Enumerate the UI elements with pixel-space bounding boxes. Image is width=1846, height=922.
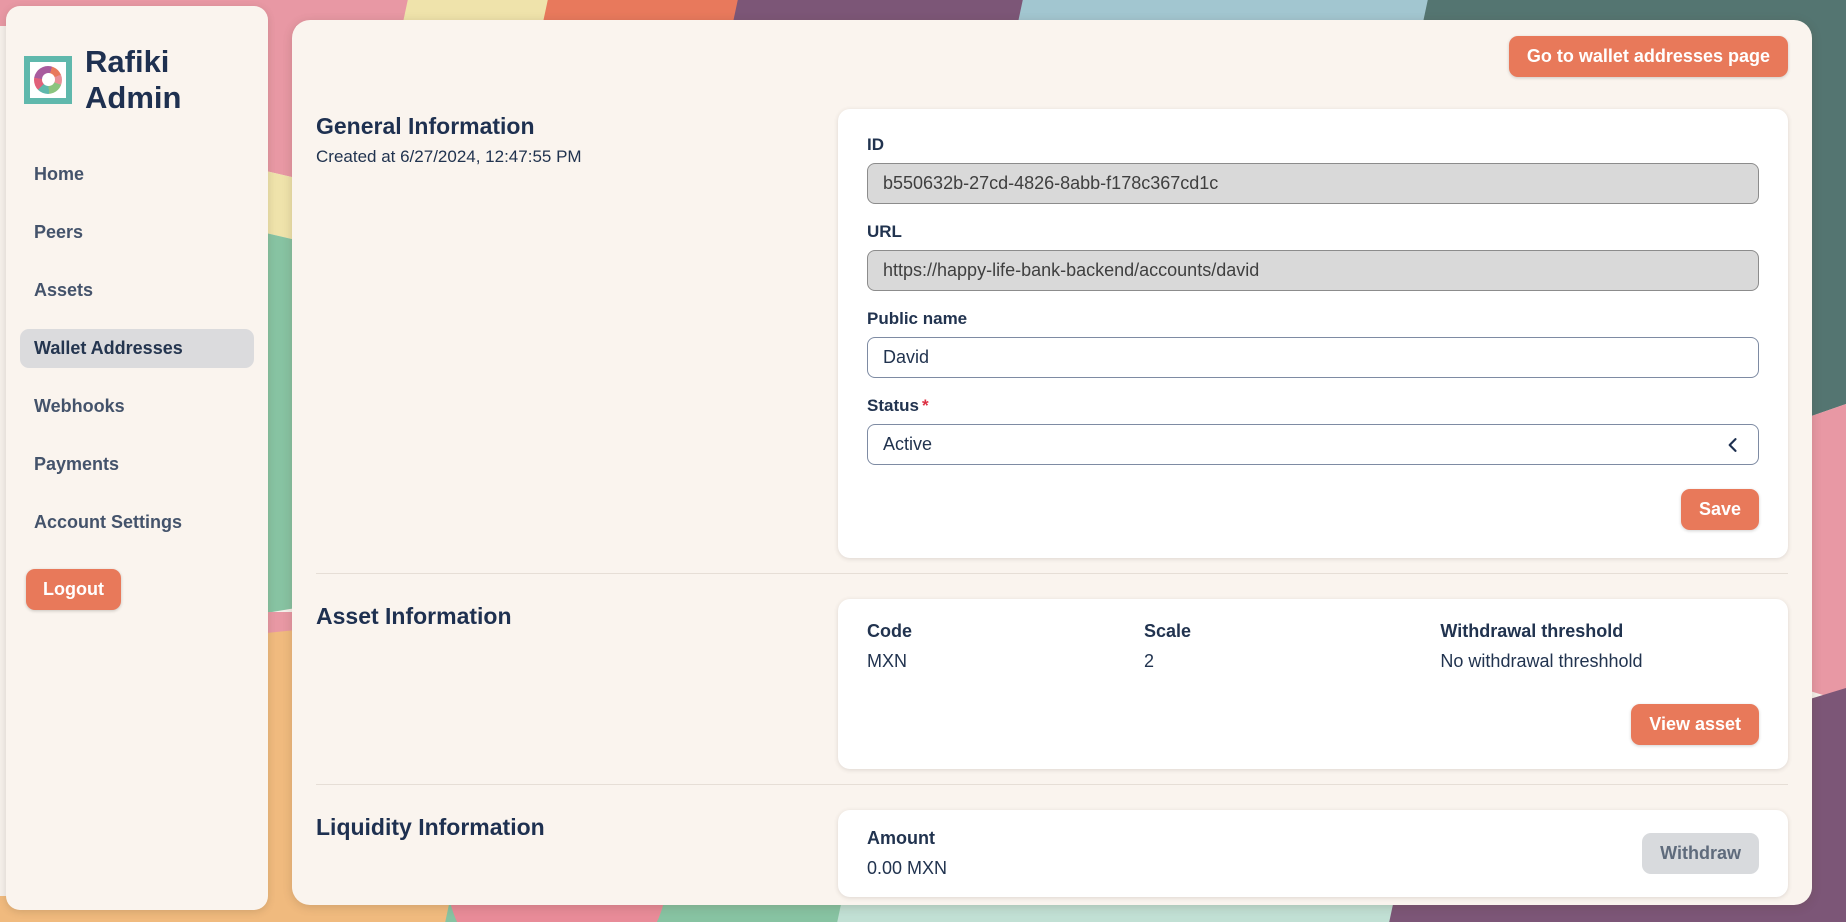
- sidebar: Rafiki Admin Home Peers Assets Wallet Ad…: [6, 6, 268, 910]
- asset-code-label: Code: [867, 621, 1144, 642]
- public-name-label: Public name: [867, 309, 1759, 329]
- asset-scale-value: 2: [1144, 651, 1440, 672]
- form-actions: Save: [867, 489, 1759, 530]
- sidebar-item-peers[interactable]: Peers: [20, 213, 254, 252]
- status-selected-value: Active: [883, 434, 932, 455]
- asset-information-section: Asset Information Code MXN Scale 2 Withd…: [316, 599, 1788, 769]
- chevron-left-icon: [1723, 435, 1743, 455]
- status-field: Status* Active: [867, 396, 1759, 465]
- sidebar-item-wallet-addresses[interactable]: Wallet Addresses: [20, 329, 254, 368]
- liquidity-information-heading: Liquidity Information: [316, 810, 838, 841]
- id-field: ID: [867, 135, 1759, 204]
- section-title-asset: Asset Information: [316, 599, 838, 630]
- liquidity-amount-label: Amount: [867, 828, 947, 849]
- asset-information-heading: Asset Information: [316, 599, 838, 630]
- public-name-input[interactable]: [867, 337, 1759, 378]
- asset-columns: Code MXN Scale 2 Withdrawal threshold No…: [867, 621, 1759, 672]
- sidebar-item-webhooks[interactable]: Webhooks: [20, 387, 254, 426]
- go-to-wallet-addresses-button[interactable]: Go to wallet addresses page: [1509, 36, 1788, 77]
- section-divider: [316, 784, 1788, 785]
- asset-actions: View asset: [867, 704, 1759, 745]
- general-information-card: ID URL Public name Status* Active: [838, 109, 1788, 558]
- general-information-section: General Information Created at 6/27/2024…: [316, 109, 1788, 558]
- created-at-text: Created at 6/27/2024, 12:47:55 PM: [316, 147, 838, 167]
- sidebar-item-home[interactable]: Home: [20, 155, 254, 194]
- section-title-liquidity: Liquidity Information: [316, 810, 838, 841]
- sidebar-nav: Home Peers Assets Wallet Addresses Webho…: [6, 155, 268, 542]
- asset-code-column: Code MXN: [867, 621, 1144, 672]
- brand: Rafiki Admin: [6, 44, 268, 115]
- sidebar-item-payments[interactable]: Payments: [20, 445, 254, 484]
- logout-button[interactable]: Logout: [26, 569, 121, 610]
- asset-code-value: MXN: [867, 651, 1144, 672]
- asset-threshold-column: Withdrawal threshold No withdrawal thres…: [1440, 621, 1759, 672]
- withdraw-button: Withdraw: [1642, 833, 1759, 874]
- asset-threshold-label: Withdrawal threshold: [1440, 621, 1759, 642]
- sidebar-item-account-settings[interactable]: Account Settings: [20, 503, 254, 542]
- general-information-heading: General Information Created at 6/27/2024…: [316, 109, 838, 167]
- liquidity-amount-value: 0.00 MXN: [867, 858, 947, 879]
- asset-threshold-value: No withdrawal threshhold: [1440, 651, 1759, 672]
- asset-scale-label: Scale: [1144, 621, 1440, 642]
- liquidity-amount-block: Amount 0.00 MXN: [867, 828, 947, 879]
- url-label: URL: [867, 222, 1759, 242]
- asset-information-card: Code MXN Scale 2 Withdrawal threshold No…: [838, 599, 1788, 769]
- rafiki-logo-icon: [24, 56, 72, 104]
- save-button[interactable]: Save: [1681, 489, 1759, 530]
- url-field: URL: [867, 222, 1759, 291]
- section-divider: [316, 573, 1788, 574]
- topbar: Go to wallet addresses page: [316, 36, 1788, 77]
- status-select[interactable]: Active: [867, 424, 1759, 465]
- section-title-general: General Information: [316, 109, 838, 140]
- public-name-field: Public name: [867, 309, 1759, 378]
- id-label: ID: [867, 135, 1759, 155]
- view-asset-button[interactable]: View asset: [1631, 704, 1759, 745]
- sidebar-item-assets[interactable]: Assets: [20, 271, 254, 310]
- required-asterisk: *: [922, 396, 929, 415]
- url-input: [867, 250, 1759, 291]
- id-input: [867, 163, 1759, 204]
- app-title: Rafiki Admin: [85, 44, 252, 115]
- liquidity-information-card: Amount 0.00 MXN Withdraw: [838, 810, 1788, 897]
- main-panel: Go to wallet addresses page General Info…: [292, 20, 1812, 905]
- asset-scale-column: Scale 2: [1144, 621, 1440, 672]
- liquidity-information-section: Liquidity Information Amount 0.00 MXN Wi…: [316, 810, 1788, 897]
- status-label: Status*: [867, 396, 1759, 416]
